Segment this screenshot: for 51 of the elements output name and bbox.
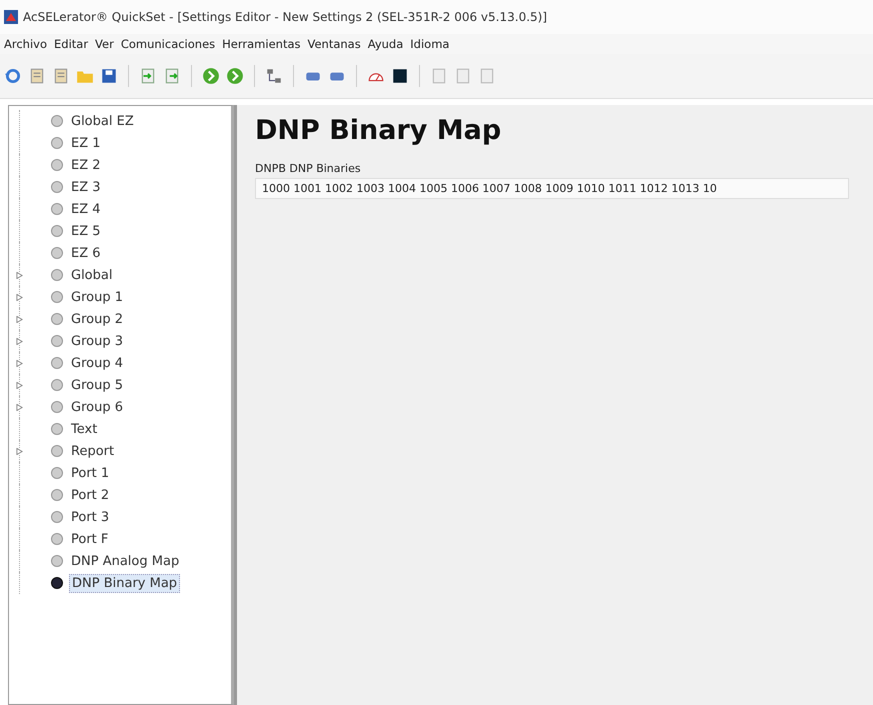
expand-arrow-icon[interactable] <box>16 316 23 322</box>
tree-item[interactable]: EZ 6 <box>69 244 103 262</box>
tree-item[interactable]: EZ 2 <box>69 156 103 174</box>
tree-item[interactable]: Group 3 <box>69 332 125 350</box>
import-icon[interactable] <box>139 67 157 85</box>
tree-item[interactable]: Port 1 <box>69 464 112 482</box>
save-icon[interactable] <box>100 67 118 85</box>
tree-item[interactable]: EZ 4 <box>69 200 103 218</box>
tree-item[interactable]: Report <box>69 442 116 460</box>
document-icon[interactable] <box>52 67 70 85</box>
tree-item[interactable]: DNP Binary Map <box>69 574 180 592</box>
menu-item[interactable]: Archivo <box>4 37 47 51</box>
tree-item[interactable]: Group 4 <box>69 354 125 372</box>
expand-arrow-icon[interactable] <box>16 338 23 344</box>
tree-item[interactable]: Group 1 <box>69 288 125 306</box>
menu-item[interactable]: Herramientas <box>222 37 300 51</box>
tree-item[interactable]: Global <box>69 266 114 284</box>
export-icon[interactable] <box>163 67 181 85</box>
tree-item[interactable]: Group 5 <box>69 376 125 394</box>
menu-item[interactable]: Ventanas <box>308 37 361 51</box>
tree-item[interactable]: EZ 5 <box>69 222 103 240</box>
page-heading: DNP Binary Map <box>255 115 502 146</box>
document-icon[interactable] <box>28 67 46 85</box>
tree-item[interactable]: Global EZ <box>69 112 136 130</box>
field-label: DNPB DNP Binaries <box>255 162 362 175</box>
tree-item[interactable]: Group 2 <box>69 310 125 328</box>
expand-arrow-icon[interactable] <box>16 448 23 454</box>
app-icon <box>3 9 19 25</box>
tree-item[interactable]: EZ 1 <box>69 134 103 152</box>
tree-item[interactable]: Port 3 <box>69 508 112 526</box>
tree-item[interactable]: DNP Analog Map <box>69 552 182 570</box>
refresh-icon[interactable] <box>4 67 22 85</box>
tree-item[interactable]: Group 6 <box>69 398 125 416</box>
menu-item[interactable]: Ver <box>95 37 114 51</box>
menu-item[interactable]: Idioma <box>410 37 450 51</box>
expand-arrow-icon[interactable] <box>16 272 23 278</box>
network-icon[interactable] <box>265 67 283 85</box>
expand-arrow-icon[interactable] <box>16 404 23 410</box>
tree-item[interactable]: Text <box>69 420 100 438</box>
menu-item[interactable]: Editar <box>54 37 88 51</box>
expand-arrow-icon[interactable] <box>16 294 23 300</box>
expand-arrow-icon[interactable] <box>16 360 23 366</box>
window-title: AcSELerator® QuickSet - [Settings Editor - New Settings 2 (SEL-351R-2 006 v5.13.0.5)] <box>23 10 548 24</box>
terminal-icon[interactable] <box>391 67 409 85</box>
input-field[interactable]: 1000 1001 1002 1003 1004 1005 1006 1007 1008 1009 1010 1011 1012 1013 10 <box>255 178 849 199</box>
menu-item[interactable]: Ayuda <box>368 37 404 51</box>
tree-item[interactable]: EZ 3 <box>69 178 103 196</box>
tree-item[interactable]: Port 2 <box>69 486 112 504</box>
expand-arrow-icon[interactable] <box>16 382 23 388</box>
menu-item[interactable]: Comunicaciones <box>120 37 216 51</box>
tree-item[interactable]: Port F <box>69 530 110 548</box>
